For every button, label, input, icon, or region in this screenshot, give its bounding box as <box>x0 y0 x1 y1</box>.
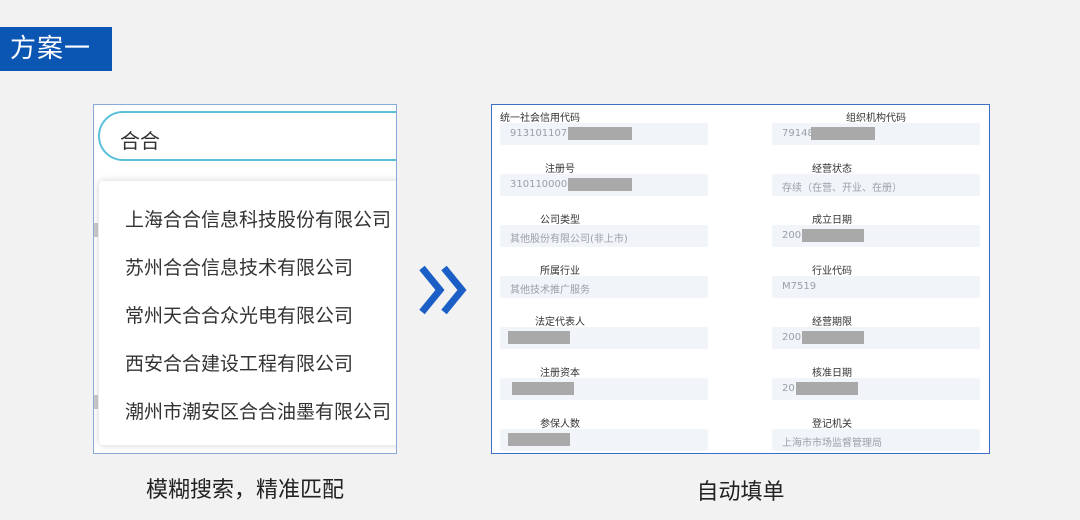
field-org-code[interactable]: 79148 <box>772 123 980 145</box>
field-value: 其他技术推广服务 <box>510 285 590 296</box>
field-value: 上海市市场监督管理局 <box>782 438 882 449</box>
field-label: 法定代表人 <box>535 317 585 328</box>
field-industry[interactable]: 其他技术推广服务 <box>500 276 708 298</box>
field-label: 注册资本 <box>540 368 580 379</box>
field-capital[interactable] <box>500 378 708 400</box>
redaction-mask <box>568 127 632 140</box>
auto-fill-form: 统一社会信用代码 913101107 组织机构代码 79148 注册号 3101… <box>491 104 990 454</box>
field-value: 20 <box>782 383 795 394</box>
field-credit-code[interactable]: 913101107 <box>500 123 708 145</box>
field-authority[interactable]: 上海市市场监督管理局 <box>772 429 980 451</box>
field-label: 所属行业 <box>540 266 580 277</box>
redaction-mask <box>508 331 570 344</box>
field-label: 登记机关 <box>812 419 852 430</box>
field-value: M7519 <box>782 281 817 292</box>
search-caption: 模糊搜索，精准匹配 <box>145 478 344 503</box>
field-label: 组织机构代码 <box>846 113 906 124</box>
search-demo-panel: 合合 上海合合信息科技股份有限公司 苏州合合信息技术有限公司 常州天合合众光电有… <box>93 104 397 454</box>
redaction-mask <box>512 382 574 395</box>
field-term[interactable]: 200 <box>772 327 980 349</box>
field-value: 913101107 <box>510 128 568 139</box>
suggestion-dropdown: 上海合合信息科技股份有限公司 苏州合合信息技术有限公司 常州天合合众光电有限公司… <box>99 181 396 445</box>
field-label: 公司类型 <box>540 215 580 226</box>
search-query: 合合 <box>120 129 160 153</box>
suggestion-item[interactable]: 上海合合信息科技股份有限公司 <box>125 205 391 232</box>
field-founded-date[interactable]: 200 <box>772 225 980 247</box>
field-legal-rep[interactable] <box>500 327 708 349</box>
field-value: 存续（在营、开业、在册） <box>782 183 902 194</box>
section-title: 方案一 <box>0 27 112 71</box>
field-value: 200 <box>782 332 802 343</box>
field-value: 3101100003 <box>510 179 574 190</box>
redaction-mask <box>802 331 864 344</box>
background-hint <box>94 395 98 409</box>
field-label: 成立日期 <box>812 215 852 226</box>
field-reg-number[interactable]: 3101100003 <box>500 174 708 196</box>
double-chevron-right-icon <box>419 265 467 315</box>
suggestion-item[interactable]: 常州天合合众光电有限公司 <box>125 301 353 328</box>
field-insured-count[interactable] <box>500 429 708 451</box>
field-label: 参保人数 <box>540 419 580 430</box>
field-label: 核准日期 <box>812 368 852 379</box>
field-label: 经营期限 <box>812 317 852 328</box>
redaction-mask <box>802 229 864 242</box>
field-value: 79148 <box>782 128 814 139</box>
search-input[interactable]: 合合 <box>98 111 396 161</box>
redaction-mask <box>508 433 570 446</box>
suggestion-item[interactable]: 西安合合建设工程有限公司 <box>125 349 353 376</box>
field-label: 行业代码 <box>812 266 852 277</box>
background-hint <box>94 223 98 237</box>
field-label: 统一社会信用代码 <box>500 113 580 124</box>
field-company-type[interactable]: 其他股份有限公司(非上市) <box>500 225 708 247</box>
suggestion-item[interactable]: 苏州合合信息技术有限公司 <box>125 253 353 280</box>
redaction-mask <box>568 178 632 191</box>
field-industry-code[interactable]: M7519 <box>772 276 980 298</box>
field-status[interactable]: 存续（在营、开业、在册） <box>772 174 980 196</box>
field-value: 其他股份有限公司(非上市) <box>510 234 628 245</box>
field-approved-date[interactable]: 20 <box>772 378 980 400</box>
field-label: 注册号 <box>545 164 575 175</box>
redaction-mask <box>796 382 858 395</box>
suggestion-item[interactable]: 潮州市潮安区合合油墨有限公司 <box>125 397 391 424</box>
field-value: 200 <box>782 230 802 241</box>
form-caption: 自动填单 <box>696 480 785 505</box>
field-label: 经营状态 <box>812 164 852 175</box>
redaction-mask <box>811 127 875 140</box>
